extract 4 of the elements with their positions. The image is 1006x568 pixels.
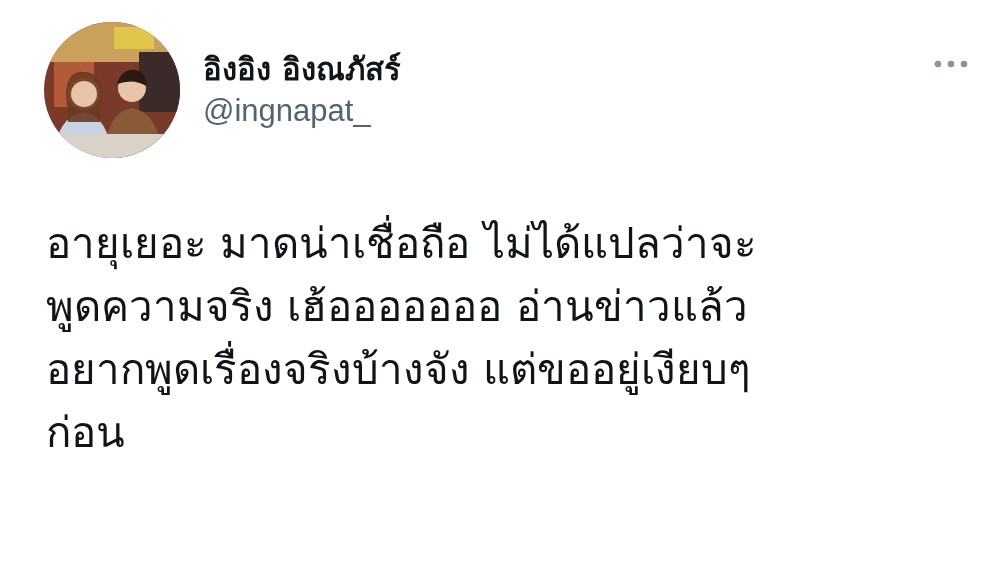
tweet-text: อายุเยอะ มาดน่าเชื่อถือ ไม่ได้แปลว่าจะ พูดความจริง เฮ้อออออออ อ่านข่าวแล้ว อยากพูดเรื่องจริงบ้างจัง แต่ขออยู่เงียบๆ ก่อน [46, 212, 978, 464]
more-icon[interactable] [934, 60, 968, 68]
user-handle[interactable]: @ingnapat_ [203, 90, 401, 132]
display-name[interactable]: อิงอิง อิงณภัสร์ [203, 48, 401, 90]
